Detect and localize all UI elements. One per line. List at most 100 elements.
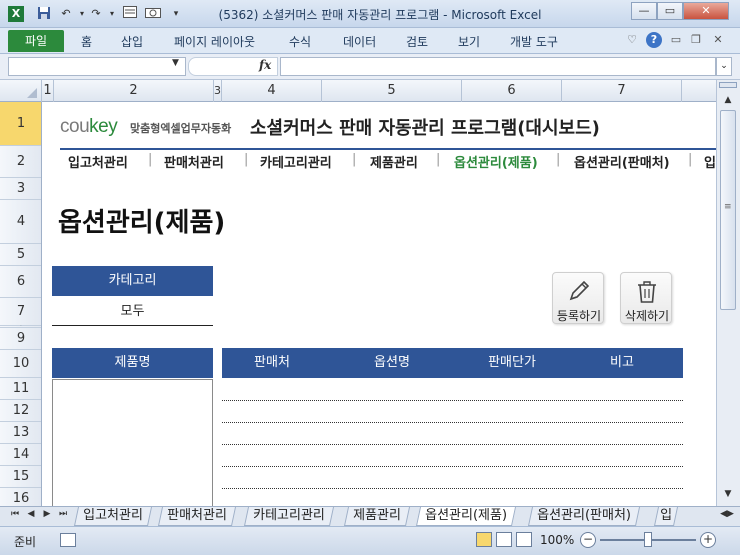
chevron-down-icon[interactable]: ▼	[172, 58, 179, 68]
restore-workbook-icon[interactable]: ❐	[688, 32, 704, 48]
row-header[interactable]: 2	[0, 146, 41, 178]
page-break-view-icon[interactable]	[516, 532, 532, 547]
register-button[interactable]: 등록하기	[552, 272, 604, 324]
nav-item-sellers[interactable]: 판매처관리	[164, 152, 224, 171]
minimize-workbook-icon[interactable]: ▭	[668, 32, 684, 48]
nav-separator: |	[436, 152, 441, 167]
sheet-tab-options-seller[interactable]: 옵션관리(판매처)	[527, 507, 640, 526]
redo-icon[interactable]: ↷	[88, 6, 104, 22]
maximize-button[interactable]: ▭	[657, 2, 683, 20]
zoom-slider-thumb[interactable]	[644, 532, 652, 547]
tab-scroll-icon[interactable]: ◀▶	[716, 509, 738, 525]
tab-developer[interactable]: 개발 도구	[510, 33, 558, 50]
row-header[interactable]: 11	[0, 378, 41, 400]
zoom-out-icon[interactable]: −	[580, 532, 596, 548]
undo-icon[interactable]: ↶	[58, 6, 74, 22]
sheet-tab-categories[interactable]: 카테고리관리	[243, 507, 334, 526]
first-sheet-icon[interactable]: ⏮	[8, 509, 22, 519]
row-header[interactable]: 5	[0, 244, 41, 266]
sheet-tab-label: 제품관리	[353, 508, 401, 523]
top-navigation: 입고처관리 | 판매처관리 | 카테고리관리 | 제품관리 | 옵션관리(제품)…	[68, 152, 716, 174]
sheet-tab-options-product[interactable]: 옵션관리(제품)	[415, 507, 516, 526]
sheet-tab-suppliers[interactable]: 입고처관리	[73, 507, 152, 526]
table-row-divider	[222, 444, 683, 445]
zoom-in-icon[interactable]: +	[700, 532, 716, 548]
sheet-tab-more[interactable]: 입	[653, 507, 678, 526]
prev-sheet-icon[interactable]: ◀	[24, 509, 38, 519]
formula-input[interactable]	[280, 57, 716, 76]
row-header[interactable]: 1	[0, 102, 41, 146]
row-header[interactable]: 12	[0, 400, 41, 422]
tab-page-layout[interactable]: 페이지 레이아웃	[174, 33, 255, 50]
row-header[interactable]: 4	[0, 200, 41, 244]
scroll-down-icon[interactable]: ▼	[719, 486, 737, 502]
table-row-divider	[222, 466, 683, 467]
select-all-button[interactable]	[0, 80, 42, 102]
close-button[interactable]: ✕	[683, 2, 729, 20]
form-icon[interactable]	[122, 6, 138, 22]
product-listbox[interactable]	[52, 379, 213, 506]
row-header[interactable]: 14	[0, 444, 41, 466]
tab-insert[interactable]: 삽입	[121, 33, 143, 50]
row-header[interactable]: 9	[0, 328, 41, 350]
nav-item-suppliers[interactable]: 입고처관리	[68, 152, 128, 171]
tab-data[interactable]: 데이터	[343, 33, 376, 50]
insert-function-button[interactable]: fx	[259, 58, 271, 72]
last-sheet-icon[interactable]: ⏭	[56, 509, 70, 519]
tab-formulas[interactable]: 수식	[289, 33, 311, 50]
minimize-button[interactable]: —	[631, 2, 657, 20]
sheet-tab-products[interactable]: 제품관리	[343, 507, 410, 526]
tab-home[interactable]: 홈	[81, 33, 92, 50]
tab-view[interactable]: 보기	[458, 33, 480, 50]
column-header[interactable]: 7	[562, 80, 682, 102]
excel-icon[interactable]: X	[8, 6, 24, 22]
logo-tagline: 맞춤형엑셀업무자동화	[130, 122, 232, 135]
column-header[interactable]: 3	[214, 80, 222, 102]
page-layout-view-icon[interactable]	[496, 532, 512, 547]
column-header[interactable]: 2	[54, 80, 214, 102]
row-header[interactable]: 13	[0, 422, 41, 444]
scroll-up-icon[interactable]: ▲	[719, 92, 737, 108]
close-workbook-icon[interactable]: ✕	[710, 32, 726, 48]
tab-file[interactable]: 파일	[8, 30, 64, 52]
row-header[interactable]: 16	[0, 488, 41, 506]
row-headers: 1 2 3 4 5 6 7 8 9 10 11 12 13 14 15 16	[0, 102, 42, 506]
help-icon[interactable]: ?	[646, 32, 662, 48]
expand-formula-icon[interactable]: ⌄	[716, 57, 732, 76]
sheet-tab-sellers[interactable]: 판매처관리	[157, 507, 236, 526]
save-icon[interactable]	[36, 6, 52, 22]
scroll-thumb[interactable]: ≡	[720, 110, 736, 310]
sheet-tab-label: 입	[660, 508, 673, 523]
camera-icon[interactable]	[145, 6, 161, 22]
tab-review[interactable]: 검토	[406, 33, 428, 50]
delete-button[interactable]: 삭제하기	[620, 272, 672, 324]
next-sheet-icon[interactable]: ▶	[40, 509, 54, 519]
column-header[interactable]: 6	[462, 80, 562, 102]
normal-view-icon[interactable]	[476, 532, 492, 547]
category-select[interactable]: 모두	[52, 298, 213, 326]
nav-item-categories[interactable]: 카테고리관리	[260, 152, 332, 171]
zoom-level[interactable]: 100%	[540, 533, 574, 547]
row-header[interactable]: 6	[0, 266, 41, 298]
collapse-ribbon-icon[interactable]: ♡	[624, 32, 640, 48]
nav-item-products[interactable]: 제품관리	[370, 152, 418, 171]
row-header[interactable]: 7	[0, 298, 41, 326]
column-header[interactable]: 5	[322, 80, 462, 102]
name-box[interactable]	[8, 57, 186, 76]
sheet-tab-label: 판매처관리	[167, 508, 227, 523]
register-button-label: 등록하기	[556, 309, 602, 323]
chevron-down-icon[interactable]: ▾	[104, 6, 120, 22]
column-header[interactable]: 4	[222, 80, 322, 102]
split-handle[interactable]	[719, 82, 737, 88]
nav-item-options-seller[interactable]: 옵션관리(판매처)	[574, 152, 670, 171]
product-list-header: 제품명	[52, 348, 213, 378]
column-header[interactable]: 1	[42, 80, 54, 102]
row-header[interactable]: 10	[0, 350, 41, 378]
vertical-scrollbar[interactable]: ▲ ≡ ▼	[716, 80, 740, 506]
row-header[interactable]: 15	[0, 466, 41, 488]
nav-item-options-product[interactable]: 옵션관리(제품)	[454, 152, 538, 171]
macro-record-icon[interactable]	[60, 533, 76, 547]
logo-text: cou	[60, 116, 90, 137]
nav-item-more[interactable]: 입	[704, 152, 716, 171]
row-header[interactable]: 3	[0, 178, 41, 200]
